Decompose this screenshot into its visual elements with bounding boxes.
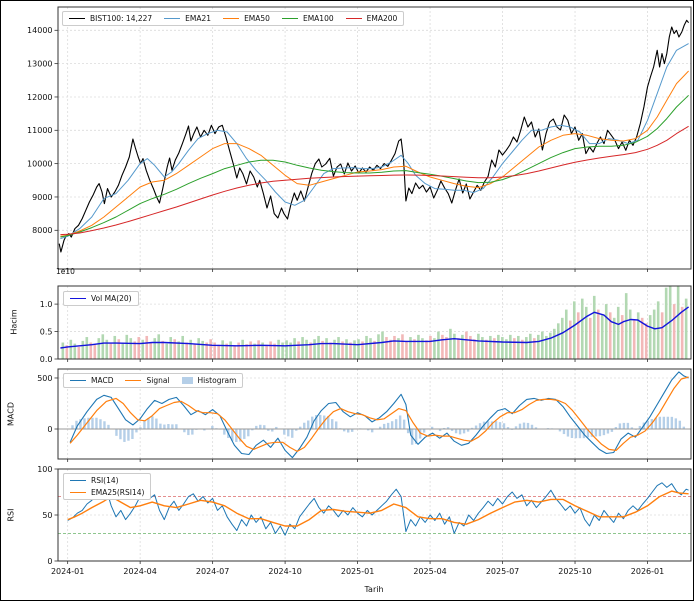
x-axis-title: Tarih [364,585,383,594]
legend-line-swatch [223,18,239,19]
x-tick-label: 2025-01 [341,567,374,576]
legend-item-histogram: Histogram [182,376,237,385]
legend-line-swatch [346,18,362,19]
y-tick-label: 500 [37,374,52,383]
legend-label: EMA200 [367,14,398,23]
legend-item-bist100-14-227: BIST100: 14,227 [69,14,152,23]
legend-label: RSI(14) [91,476,119,485]
x-tick-label: 2024-01 [51,567,84,576]
legend-line-swatch [70,492,86,493]
volume-bars [62,274,688,359]
series-signal [70,377,689,451]
x-tick-label: 2025-10 [558,567,591,576]
series-bist100-14-227 [59,20,688,252]
legend-line-swatch [70,298,86,299]
y-tick-label: 50 [42,511,52,520]
legend-label: Histogram [198,376,237,385]
legend-item-ema100: EMA100 [282,14,334,23]
legend-item-rsi-14: RSI(14) [70,476,119,485]
legend-item-macd: MACD [70,376,113,385]
y-tick-label: 11000 [27,126,52,135]
volume-panel: 0.0 0.5 1.0 [40,274,691,364]
legend-label: BIST100: 14,227 [90,14,152,23]
legend-label: Vol MA(20) [91,294,132,303]
x-tick-label: 2024-07 [196,567,229,576]
macd-axis-title: MACD [7,402,16,426]
rsi-legend: RSI(14) EMA25(RSI14) [63,473,151,500]
series-ema100 [60,95,688,237]
legend-line-swatch [125,380,141,381]
y-tick-label: 14000 [27,26,52,35]
legend-label: EMA25(RSI14) [91,488,144,497]
legend-line-swatch [69,18,85,19]
legend-item-ema50: EMA50 [223,14,270,23]
x-tick-label: 2025-04 [413,567,446,576]
x-tick-label: 2026-01 [631,567,664,576]
y-tick-label: 8000 [32,226,52,235]
bist100-technical-analysis-figure: 8000900010000110001200013000140000.00.51… [0,0,694,601]
volume-axis-offset-text: 1e10 [56,267,75,276]
y-tick-label: 1.0 [40,300,53,309]
series-ema50 [60,71,688,236]
legend-item-ema21: EMA21 [164,14,211,23]
legend-line-swatch [70,480,86,481]
legend-line-swatch [164,18,180,19]
x-tick-label: 2024-10 [268,567,301,576]
macd-legend: MACD Signal Histogram [63,373,243,388]
legend-line-swatch [70,380,86,381]
legend-label: MACD [91,376,113,385]
y-tick-label: 12000 [27,93,52,102]
x-tick-label: 2025-07 [486,567,519,576]
legend-item-signal: Signal [125,376,169,385]
legend-item-ema200: EMA200 [346,14,398,23]
y-tick-label: 10000 [27,159,52,168]
x-tick-label: 2024-04 [123,567,156,576]
y-tick-label: 0.0 [40,355,53,364]
legend-item-vol-ma-20: Vol MA(20) [70,294,132,303]
legend-item-ema25-rsi14: EMA25(RSI14) [70,488,144,497]
legend-label: Signal [146,376,169,385]
series-ema21 [60,44,688,239]
legend-label: EMA21 [185,14,211,23]
series-rsi-14 [68,483,689,535]
legend-label: EMA100 [303,14,334,23]
y-tick-label: 0.5 [40,327,53,336]
y-tick-label: 0 [47,557,52,566]
rsi-axis-title: RSI [7,509,16,522]
legend-patch-swatch [182,377,193,384]
volume-axis-title: Hacim [10,309,19,334]
legend-label: EMA50 [244,14,270,23]
legend-line-swatch [282,18,298,19]
y-tick-label: 9000 [32,193,52,202]
y-tick-label: 0 [47,425,52,434]
volume-legend: Vol MA(20) [63,291,139,306]
y-tick-label: 13000 [27,59,52,68]
series-ema200 [60,126,688,234]
price-panel: 8000 9000 10000 11000 12000 13000 14000 [27,7,691,272]
y-tick-label: 100 [37,465,52,474]
price-legend: BIST100: 14,227 EMA21 EMA50 EMA100 EMA200 [62,11,404,26]
